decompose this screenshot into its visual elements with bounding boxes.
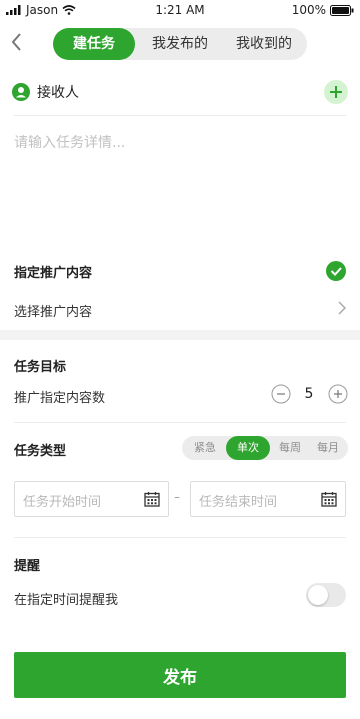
add-receiver-button[interactable] <box>324 80 348 104</box>
reminder-label: 在指定时间提醒我 <box>14 593 119 608</box>
reminder-title: 提醒 <box>14 559 41 574</box>
tab-my-received[interactable]: 我收到的 <box>223 28 305 60</box>
back-chevron-icon[interactable] <box>8 30 26 54</box>
increment-button[interactable] <box>328 384 348 404</box>
task-detail-input[interactable] <box>14 132 346 232</box>
type-option-once[interactable]: 单次 <box>226 436 270 460</box>
decrement-button[interactable] <box>271 384 291 404</box>
start-date-field[interactable]: 任务开始时间 <box>14 481 169 517</box>
divider <box>14 422 346 423</box>
task-type-title: 任务类型 <box>14 444 67 459</box>
end-date-placeholder: 任务结束时间 <box>199 495 278 510</box>
goal-title: 任务目标 <box>14 360 67 375</box>
type-option-weekly[interactable]: 每周 <box>270 436 310 460</box>
status-bar: Jason 1:21 AM 100% <box>0 0 360 20</box>
top-tabs: 建任务 我发布的 我收到的 <box>53 28 307 60</box>
calendar-icon <box>144 492 160 507</box>
goal-label: 推广指定内容数 <box>14 391 106 406</box>
tab-create-task[interactable]: 建任务 <box>53 28 135 60</box>
date-separator: – <box>174 490 180 504</box>
start-date-placeholder: 任务开始时间 <box>23 495 102 510</box>
check-circle-icon[interactable] <box>326 261 346 281</box>
receiver-row: 接收人 <box>12 80 348 104</box>
task-type-selector: 紧急 单次 每周 每月 <box>182 436 348 460</box>
tab-my-published[interactable]: 我发布的 <box>139 28 221 60</box>
battery-icon <box>330 4 354 16</box>
type-option-monthly[interactable]: 每月 <box>308 436 348 460</box>
toggle-knob <box>308 585 328 605</box>
user-icon <box>12 83 30 101</box>
section-separator <box>0 330 360 340</box>
divider <box>14 537 346 538</box>
publish-button[interactable]: 发布 <box>14 652 346 698</box>
calendar-icon <box>321 492 337 507</box>
promo-title: 指定推广内容 <box>14 266 93 281</box>
reminder-toggle[interactable] <box>306 583 346 607</box>
battery-percent: 100% <box>291 3 326 17</box>
type-option-urgent[interactable]: 紧急 <box>184 436 226 460</box>
divider <box>14 115 346 116</box>
receiver-label: 接收人 <box>37 85 79 101</box>
select-promo-content[interactable]: 选择推广内容 <box>14 301 92 320</box>
chevron-right-icon[interactable] <box>338 301 346 315</box>
end-date-field[interactable]: 任务结束时间 <box>190 481 346 517</box>
goal-count-value: 5 <box>304 386 314 402</box>
